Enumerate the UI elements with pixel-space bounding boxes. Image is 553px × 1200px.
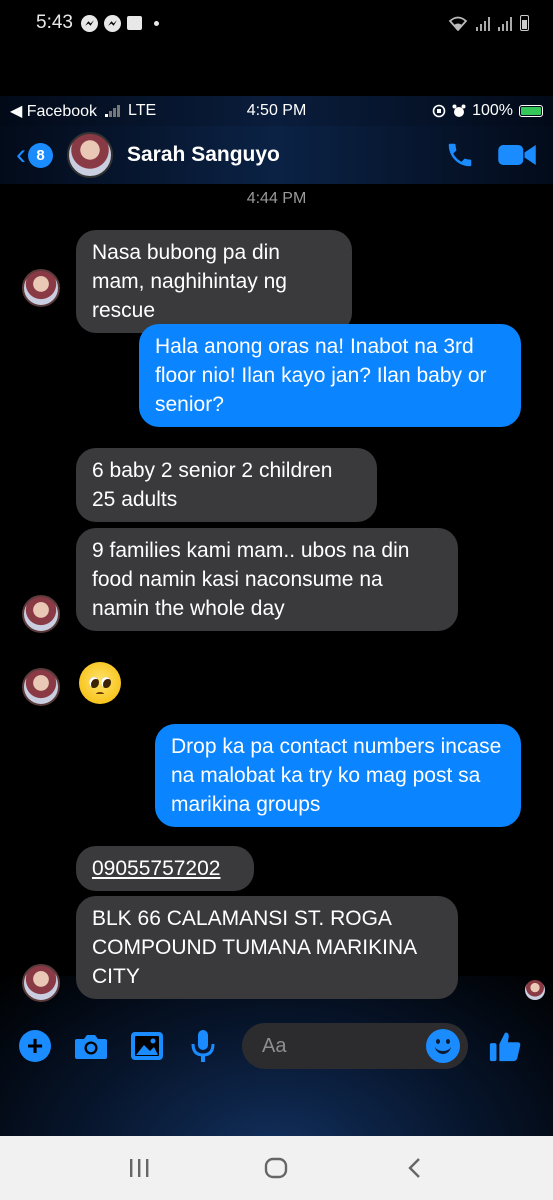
- gallery-button[interactable]: [130, 1029, 164, 1063]
- android-status-bar: 5:43: [0, 0, 553, 46]
- image-icon: [131, 1032, 163, 1060]
- ios-status-bar: ◀ Facebook LTE 4:50 PM 100%: [0, 96, 553, 126]
- battery-percent: 100%: [472, 102, 513, 119]
- rotation-lock-icon: [432, 104, 446, 118]
- sender-avatar[interactable]: [22, 668, 60, 706]
- cell-signal-icon: [105, 105, 121, 117]
- message-text: BLK 66 CALAMANSI ST. ROGA COMPOUND TUMAN…: [92, 907, 416, 988]
- message-text: Hala anong oras na! Inabot na 3rd floor …: [155, 335, 487, 416]
- alarm-icon: [452, 104, 466, 117]
- like-button[interactable]: [488, 1029, 522, 1063]
- back-arrow-icon: [408, 1158, 420, 1178]
- message-text: 9 families kami mam.. ubos na din food n…: [92, 539, 410, 620]
- emoji-picker-icon[interactable]: [426, 1029, 460, 1063]
- messenger-screenshot: ◀ Facebook LTE 4:50 PM 100% ‹ 8 Sarah Sa…: [0, 96, 553, 1136]
- microphone-icon: [191, 1030, 215, 1062]
- message-composer: + Aa: [0, 1016, 553, 1076]
- battery-icon: [520, 15, 529, 31]
- messenger-notification-icon: [103, 14, 121, 32]
- recent-apps-button[interactable]: [119, 1148, 159, 1188]
- outgoing-message[interactable]: Hala anong oras na! Inabot na 3rd floor …: [139, 324, 521, 427]
- home-button[interactable]: [256, 1148, 296, 1188]
- messenger-notification-icon: [80, 14, 98, 32]
- incoming-message[interactable]: 09055757202: [76, 846, 254, 891]
- conversation-header: ‹ 8 Sarah Sanguyo: [0, 126, 553, 184]
- sender-avatar[interactable]: [22, 964, 60, 1002]
- back-to-app-link[interactable]: ◀ Facebook: [10, 101, 97, 121]
- outgoing-message[interactable]: Drop ka pa contact numbers incase na mal…: [155, 724, 521, 827]
- camera-button[interactable]: [74, 1029, 108, 1063]
- phone-call-icon[interactable]: [445, 140, 475, 170]
- thumbs-up-icon: [489, 1032, 521, 1062]
- phone-number-link[interactable]: 09055757202: [92, 857, 220, 880]
- camera-icon: [75, 1035, 107, 1059]
- contact-avatar[interactable]: [67, 132, 113, 178]
- signal-icon: [498, 15, 512, 31]
- contact-name[interactable]: Sarah Sanguyo: [127, 143, 280, 167]
- message-text: Drop ka pa contact numbers incase na mal…: [171, 735, 502, 816]
- android-nav-bar: [0, 1136, 553, 1200]
- message-placeholder: Aa: [262, 1034, 287, 1057]
- chevron-left-icon: ‹: [16, 138, 26, 171]
- unread-count-badge: 8: [28, 142, 53, 168]
- incoming-message[interactable]: 6 baby 2 senior 2 children 25 adults: [76, 448, 377, 522]
- incoming-message[interactable]: Nasa bubong pa din mam, naghihintay ng r…: [76, 230, 352, 333]
- plus-icon: +: [19, 1030, 51, 1062]
- wifi-icon: [448, 16, 468, 31]
- home-icon: [265, 1157, 288, 1179]
- signal-icon: [476, 15, 490, 31]
- battery-icon: [519, 105, 543, 117]
- incoming-message[interactable]: 9 families kami mam.. ubos na din food n…: [76, 528, 458, 631]
- android-clock: 5:43: [36, 12, 73, 33]
- back-nav-button[interactable]: [394, 1148, 434, 1188]
- message-text: 6 baby 2 senior 2 children 25 adults: [92, 459, 333, 511]
- message-timestamp: 4:44 PM: [246, 190, 307, 207]
- read-receipt-avatar: [525, 980, 545, 1000]
- chat-notification-icon: [126, 16, 142, 30]
- more-notifications-icon: [153, 20, 159, 26]
- recent-apps-icon: [129, 1159, 149, 1177]
- sender-avatar[interactable]: [22, 595, 60, 633]
- message-text: Nasa bubong pa din mam, naghihintay ng r…: [92, 241, 287, 322]
- message-input[interactable]: Aa: [242, 1023, 468, 1069]
- network-type: LTE: [128, 102, 157, 119]
- back-button[interactable]: ‹ 8: [16, 140, 53, 170]
- plus-button[interactable]: +: [18, 1029, 52, 1063]
- pleading-face-emoji[interactable]: [79, 662, 121, 704]
- incoming-message[interactable]: BLK 66 CALAMANSI ST. ROGA COMPOUND TUMAN…: [76, 896, 458, 999]
- voice-button[interactable]: [186, 1029, 220, 1063]
- video-call-icon[interactable]: [497, 140, 537, 170]
- sender-avatar[interactable]: [22, 269, 60, 307]
